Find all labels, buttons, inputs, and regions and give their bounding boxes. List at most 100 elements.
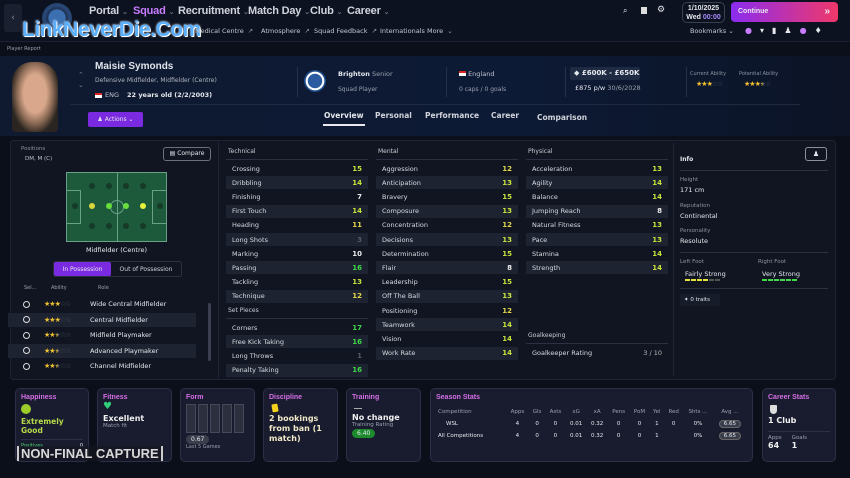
tab-overview[interactable]: Overview <box>323 111 365 126</box>
season-stats-row[interactable]: WSL 4 0 0 0.01 0.32 0 0 1 0 0% 6.65 <box>436 418 747 430</box>
attribute-row[interactable]: Concentration 12 <box>376 219 518 232</box>
attribute-row[interactable]: Free Kick Taking 16 <box>226 335 368 349</box>
compare-button[interactable]: ▤ Compare <box>163 147 211 161</box>
role-radio[interactable] <box>23 347 30 354</box>
out-of-possession-tab[interactable]: Out of Possession <box>111 262 181 276</box>
nation-name[interactable]: England <box>468 70 494 78</box>
subnav-internationals[interactable]: Internationals <box>380 27 427 35</box>
career-stats-card[interactable]: Career Stats 1 Club Apps 64 Goals 1 <box>762 388 836 462</box>
bookmark-icon[interactable] <box>641 7 647 14</box>
subnav-squad-feedback[interactable]: Squad Feedback ↗ <box>314 27 377 35</box>
attribute-row[interactable]: Natural Fitness 13 <box>526 219 668 232</box>
tab-performance[interactable]: Performance <box>425 111 479 124</box>
season-col-header[interactable]: PoM <box>630 406 650 418</box>
season-col-header[interactable]: Gls <box>529 406 545 418</box>
attribute-row[interactable]: Corners 17 <box>226 321 368 334</box>
season-col-header[interactable]: xG <box>566 406 587 418</box>
training-card[interactable]: Training No change Training Rating 6.40 <box>346 388 421 462</box>
role-row[interactable]: ★★★☆☆ Channel Midfielder <box>8 359 196 373</box>
role-radio[interactable] <box>23 316 30 323</box>
attribute-row[interactable]: Passing 16 <box>226 261 368 275</box>
attribute-row[interactable]: Jumping Reach 8 <box>526 204 668 218</box>
attribute-row[interactable]: Composure 13 <box>376 204 518 218</box>
traits-button[interactable]: ✦ 0 traits <box>680 294 720 306</box>
nav-portal[interactable]: Portal ⌄ <box>89 5 128 17</box>
bookmarks-dropdown[interactable]: Bookmarks ⌄ <box>690 27 734 35</box>
subnav-medical-centre[interactable]: Medical Centre ↗ <box>195 27 253 35</box>
back-button[interactable]: ‹ <box>4 4 22 32</box>
attribute-row[interactable]: Finishing 7 <box>226 190 368 203</box>
attribute-row[interactable]: Agility 14 <box>526 176 668 190</box>
attribute-row[interactable]: Acceleration 13 <box>526 162 668 175</box>
continue-button[interactable]: Continue » <box>731 2 838 22</box>
role-radio[interactable] <box>23 300 30 308</box>
date-display[interactable]: 1/10/2025 Wed 00:00 <box>682 2 725 23</box>
attribute-row[interactable]: Marking 10 <box>226 247 368 260</box>
attribute-row[interactable]: Stamina 14 <box>526 247 668 260</box>
shirt-icon[interactable]: ▾ <box>760 26 764 35</box>
subnav-more[interactable]: More ⌄ <box>427 27 453 35</box>
actions-button[interactable]: ♟ Actions ⌄ <box>88 112 143 127</box>
season-col-header[interactable]: Competition <box>436 406 506 418</box>
attribute-row[interactable]: Dribbling 14 <box>226 176 368 190</box>
role-radio[interactable] <box>23 331 30 339</box>
attribute-row[interactable]: First Touch 14 <box>226 204 368 218</box>
attribute-row[interactable]: Off The Ball 13 <box>376 289 518 303</box>
scout-icon[interactable]: ● <box>800 26 807 35</box>
attribute-row[interactable]: Crossing 15 <box>226 162 368 175</box>
attribute-row[interactable]: Anticipation 13 <box>376 176 518 190</box>
chat-icon[interactable]: ● <box>745 26 752 35</box>
roles-scrollbar[interactable] <box>208 303 211 361</box>
col-select[interactable]: Sel... <box>24 285 36 291</box>
notes-icon[interactable]: ▮ <box>772 26 776 35</box>
attribute-row[interactable]: Strength 14 <box>526 261 668 275</box>
attribute-row[interactable]: Positioning 12 <box>376 304 518 317</box>
profile-card-button[interactable]: ♟ <box>805 147 827 161</box>
season-col-header[interactable]: Red <box>664 406 683 418</box>
attribute-row[interactable]: Leadership 15 <box>376 276 518 289</box>
role-row[interactable]: ★★★☆☆ Midfield Playmaker <box>8 328 196 342</box>
subnav-atmosphere[interactable]: Atmosphere ↗ <box>261 27 310 35</box>
attribute-row[interactable]: Tackling 13 <box>226 276 368 289</box>
attribute-row[interactable]: Decisions 13 <box>376 233 518 246</box>
tab-personal[interactable]: Personal <box>375 111 412 124</box>
attribute-row[interactable]: Heading 11 <box>226 219 368 232</box>
attribute-row[interactable]: Pace 13 <box>526 233 668 246</box>
nav-career[interactable]: Career ⌄ <box>347 5 390 17</box>
season-stats-card[interactable]: Season Stats Competition Apps Gls Asts xG xA P… <box>430 388 753 462</box>
attribute-row[interactable]: Aggression 12 <box>376 162 518 175</box>
trophy-icon[interactable]: ♦ <box>815 26 822 35</box>
attribute-row[interactable]: Work Rate 14 <box>376 346 518 360</box>
attribute-row[interactable]: Balance 14 <box>526 190 668 203</box>
nav-recruitment[interactable]: Recruitment ⌄ <box>178 5 249 17</box>
attribute-row[interactable]: Penalty Taking 16 <box>226 363 368 377</box>
attribute-row[interactable]: Teamwork 14 <box>376 318 518 332</box>
attribute-row[interactable]: Long Throws 1 <box>226 349 368 362</box>
attribute-row[interactable]: Flair 8 <box>376 261 518 275</box>
season-col-header[interactable]: xA <box>587 406 608 418</box>
attribute-row[interactable]: Bravery 15 <box>376 190 518 203</box>
form-card[interactable]: Form 0.67 Last 5 Games <box>180 388 255 462</box>
in-possession-tab[interactable]: In Possession <box>54 262 111 276</box>
nav-squad[interactable]: Squad ⌄ <box>133 5 174 17</box>
tactics-icon[interactable]: ♟ <box>784 26 791 35</box>
season-col-header[interactable]: Apps <box>506 406 529 418</box>
club-badge[interactable] <box>304 70 326 92</box>
season-stats-row[interactable]: All Competitions 4 0 0 0.01 0.32 0 0 1 0% 6.65 <box>436 430 747 442</box>
season-col-header[interactable]: Yel <box>649 406 664 418</box>
player-nav-arrows[interactable]: ⌃ ⌄ <box>78 70 84 90</box>
role-row[interactable]: ★★★☆☆ Wide Central Midfielder <box>8 297 196 311</box>
col-ability[interactable]: Ability <box>51 285 67 291</box>
club-name[interactable]: Brighton <box>338 70 370 78</box>
attribute-row[interactable]: Technique 12 <box>226 289 368 303</box>
season-col-header[interactable]: Shts ... <box>683 406 713 418</box>
tab-career[interactable]: Career <box>491 111 519 124</box>
attribute-row[interactable]: Vision 14 <box>376 332 518 345</box>
nav-match-day[interactable]: Match Day ⌄ <box>248 5 310 17</box>
attribute-row[interactable]: Determination 15 <box>376 247 518 260</box>
role-row[interactable]: ★★★☆☆ Central Midfielder <box>8 312 196 327</box>
nav-club[interactable]: Club ⌄ <box>310 5 343 17</box>
role-radio[interactable] <box>23 362 30 370</box>
season-col-header[interactable]: Asts <box>545 406 565 418</box>
gear-icon[interactable]: ⚙ <box>657 5 665 15</box>
